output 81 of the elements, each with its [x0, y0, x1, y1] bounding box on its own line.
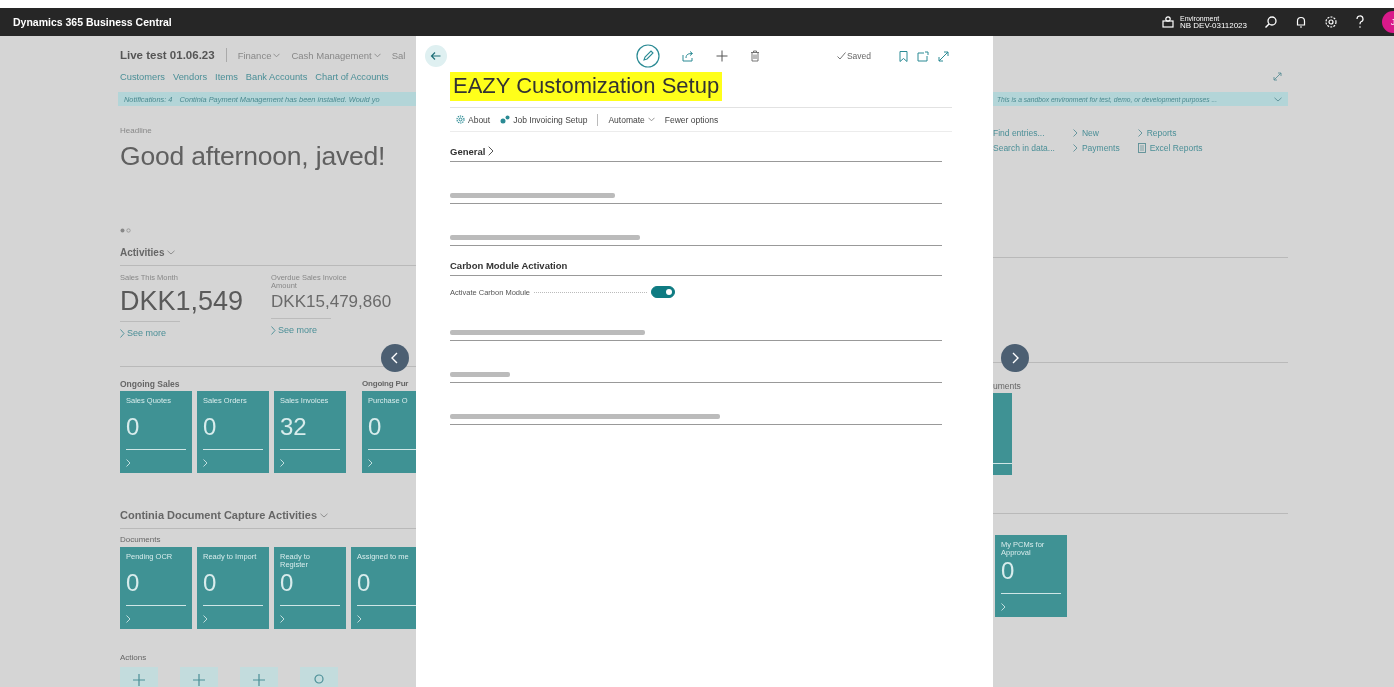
chevron-down-icon[interactable]	[273, 52, 281, 58]
chevron-down-icon	[647, 117, 655, 122]
group-title: Ongoing Sales	[120, 379, 181, 391]
bell-icon[interactable]	[1295, 15, 1307, 29]
chevron-down-icon[interactable]	[373, 52, 381, 58]
blurred-text[interactable]	[450, 413, 720, 419]
group-title: Ongoing Pur	[362, 379, 410, 390]
toolbar-action[interactable]: Job Invoicing Setup	[500, 114, 588, 125]
settings-icon[interactable]	[1324, 15, 1338, 29]
check-icon	[836, 52, 846, 60]
nav-link[interactable]: Vendors	[172, 72, 208, 84]
user-avatar[interactable]: J	[1382, 11, 1394, 33]
group-title: Actions	[120, 653, 148, 664]
automate-menu[interactable]: Automate	[608, 114, 655, 125]
blurred-text[interactable]	[450, 234, 640, 240]
chevron-down-icon[interactable]	[167, 250, 176, 255]
new-icon[interactable]	[716, 50, 728, 62]
back-button[interactable]	[425, 45, 447, 67]
group-title: uments	[993, 381, 1022, 393]
help-icon[interactable]	[1355, 15, 1365, 29]
scroll-right-button[interactable]	[1001, 344, 1029, 372]
cue-value[interactable]: DKK15,479,860	[271, 292, 392, 314]
save-status: Saved	[846, 51, 871, 61]
fewer-options-button[interactable]: Fewer options	[664, 114, 719, 125]
environment-icon[interactable]	[1161, 15, 1175, 29]
chevron-right-icon[interactable]	[120, 328, 125, 338]
nav-link[interactable]: Bank Accounts	[245, 72, 308, 84]
quick-link[interactable]: New	[1072, 128, 1120, 138]
page-title: EAZY Customization Setup	[450, 72, 723, 101]
scroll-left-button[interactable]	[381, 344, 409, 372]
open-new-window-icon[interactable]	[917, 50, 929, 62]
fasttab-header[interactable]: General	[450, 141, 942, 162]
fasttab-header[interactable]: Carbon Module Activation	[450, 255, 942, 276]
cue-tile[interactable]	[993, 393, 1012, 475]
section-title[interactable]: Activities	[120, 247, 176, 258]
chevron-right-icon	[488, 146, 495, 156]
plus-icon	[252, 673, 266, 687]
about-action[interactable]: About	[456, 114, 491, 125]
plus-icon	[132, 673, 146, 687]
bookmark-icon[interactable]	[899, 50, 908, 62]
chevron-down-icon[interactable]	[1274, 96, 1282, 102]
nav-link[interactable]: Customers	[120, 72, 165, 84]
page-dots-icon[interactable]	[120, 228, 132, 233]
quick-link[interactable]: Reports	[1137, 128, 1203, 138]
app-name: Dynamics 365 Business Central	[13, 16, 172, 28]
environment-name: NB DEV-03112023	[1180, 21, 1247, 30]
section-title[interactable]: Continia Document Capture Activities	[120, 509, 328, 521]
nav-menu[interactable]: Cash Management	[291, 49, 381, 61]
delete-icon[interactable]	[750, 50, 760, 62]
headline-label: Headline	[120, 126, 153, 135]
toggle-switch[interactable]	[651, 286, 676, 298]
gear-icon	[456, 115, 465, 124]
company-name: Live test 01.06.23	[120, 49, 215, 61]
dots-icon	[500, 115, 511, 124]
group-title: Documents	[120, 535, 162, 546]
greeting: Good afternoon, javed!	[120, 141, 387, 172]
chevron-down-icon[interactable]	[320, 512, 328, 518]
search-icon[interactable]	[1264, 15, 1278, 29]
quick-link[interactable]: Search in data...	[993, 143, 1055, 153]
plus-icon	[192, 673, 206, 687]
document-icon	[1137, 143, 1146, 153]
blurred-text[interactable]	[450, 329, 645, 335]
quick-link[interactable]: Payments	[1072, 143, 1120, 153]
cue-value[interactable]: DKK1,549	[120, 286, 244, 317]
expand-icon[interactable]	[1273, 72, 1282, 81]
blurred-text[interactable]	[450, 192, 615, 198]
nav-link[interactable]: Items	[215, 72, 238, 84]
circle-icon	[312, 673, 326, 687]
see-more-link[interactable]: See more	[271, 325, 392, 335]
chevron-right-icon[interactable]	[271, 325, 277, 335]
nav-menu[interactable]: Finance	[237, 49, 281, 61]
edit-button[interactable]	[636, 44, 660, 68]
chevron-right-icon	[1137, 129, 1143, 137]
nav-menu[interactable]: Sal	[391, 49, 406, 61]
see-more-link[interactable]: See more	[120, 328, 244, 338]
share-icon[interactable]	[682, 50, 694, 62]
nav-link[interactable]: Chart of Accounts	[315, 72, 389, 84]
blurred-text[interactable]	[450, 371, 510, 377]
expand-icon[interactable]	[938, 50, 949, 62]
quick-link[interactable]: Find entries...	[993, 128, 1055, 138]
quick-link[interactable]: Excel Reports	[1137, 143, 1203, 153]
